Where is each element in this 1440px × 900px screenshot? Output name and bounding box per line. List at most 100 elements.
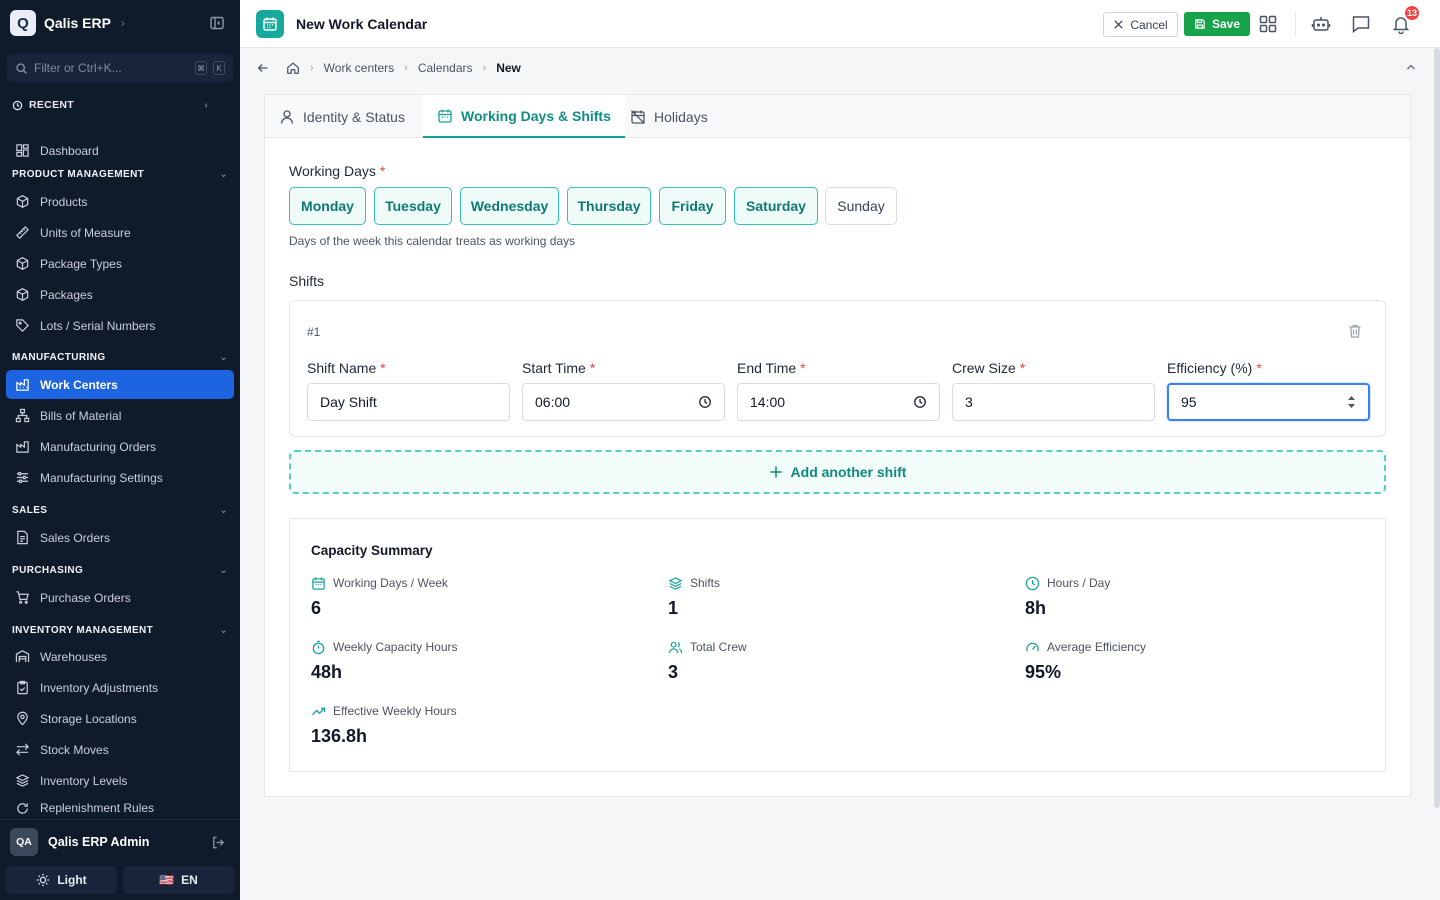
page-scrollbar[interactable]	[1434, 48, 1440, 808]
crew-size-input[interactable]	[965, 394, 1142, 410]
home-icon[interactable]	[286, 61, 300, 75]
trash-icon[interactable]	[1347, 323, 1363, 339]
sidebar-item-label: Inventory Levels	[40, 773, 128, 788]
sidebar-item-work-centers[interactable]: Work Centers	[6, 370, 234, 399]
sidebar-item-bills-of-material[interactable]: Bills of Material	[6, 401, 234, 430]
sidebar-item-label: Manufacturing Settings	[40, 470, 163, 485]
breadcrumb-calendars[interactable]: Calendars	[418, 61, 473, 75]
language-button[interactable]: 🇺🇸 EN	[123, 866, 234, 894]
stat-value: 48h	[311, 662, 343, 682]
breadcrumb-work-centers[interactable]: Work centers	[324, 61, 394, 75]
tab-label: Working Days & Shifts	[461, 107, 611, 124]
sidebar-item-manufacturing-settings[interactable]: Manufacturing Settings	[6, 463, 234, 492]
stat-label: Working Days / Week	[333, 576, 448, 590]
sidebar-item-purchase-orders[interactable]: Purchase Orders	[6, 583, 234, 612]
recent-toggle[interactable]: RECENT ›	[12, 99, 208, 111]
chevron-up-icon[interactable]	[1405, 61, 1417, 73]
tag-icon	[15, 318, 30, 333]
start-time-field[interactable]	[522, 383, 725, 421]
sidebar-item-manufacturing-orders[interactable]: Manufacturing Orders	[6, 432, 234, 461]
user-menu[interactable]: QA Qalis ERP Admin	[10, 828, 226, 856]
stat-working-days: Working Days / Week 6	[311, 575, 641, 619]
tab-working-days-shifts[interactable]: Working Days & Shifts	[423, 95, 625, 138]
day-monday[interactable]: Monday	[289, 187, 366, 225]
sidebar-item-replenishment-rules[interactable]: Replenishment Rules	[6, 797, 234, 819]
shift-name-field[interactable]	[307, 383, 510, 421]
trending-up-icon	[311, 704, 326, 719]
section-sales[interactable]: SALES ⌄	[12, 505, 228, 516]
stat-total-crew: Total Crew 3	[668, 639, 998, 683]
calendar-icon	[256, 10, 284, 38]
save-button[interactable]: Save	[1184, 12, 1250, 36]
efficiency-label: Efficiency (%) *	[1167, 360, 1262, 376]
document-icon	[15, 530, 30, 545]
start-time-input[interactable]	[535, 394, 698, 410]
chevron-right-icon: ›	[204, 99, 208, 111]
sidebar-filter[interactable]: ⌘ K	[7, 54, 233, 82]
calendar-icon	[311, 576, 326, 591]
day-tuesday[interactable]: Tuesday	[374, 187, 452, 225]
day-saturday[interactable]: Saturday	[734, 187, 818, 225]
apps-grid-icon[interactable]	[1258, 14, 1278, 34]
avatar: QA	[10, 828, 38, 856]
clock-icon	[1025, 576, 1040, 591]
sidebar-item-products[interactable]: Products	[6, 187, 234, 216]
section-inventory-management[interactable]: INVENTORY MANAGEMENT ⌄	[12, 625, 228, 636]
crew-size-field[interactable]	[952, 383, 1155, 421]
number-stepper-icon[interactable]	[1347, 395, 1356, 409]
working-days-label: Working Days *	[289, 163, 386, 179]
sidebar-item-label: Inventory Adjustments	[40, 680, 159, 695]
brand-logo: Q	[10, 10, 36, 36]
sidebar-item-units-of-measure[interactable]: Units of Measure	[6, 218, 234, 247]
sidebar-item-label: Purchase Orders	[40, 590, 131, 605]
sidebar-item-storage-locations[interactable]: Storage Locations	[6, 704, 234, 733]
section-title: INVENTORY MANAGEMENT	[12, 625, 154, 636]
sidebar-item-inventory-levels[interactable]: Inventory Levels	[6, 766, 234, 795]
refresh-icon	[15, 801, 30, 816]
cancel-button[interactable]: Cancel	[1103, 12, 1178, 37]
sidebar-item-label: Work Centers	[40, 377, 118, 392]
sidebar-item-label: Packages	[40, 287, 93, 302]
tab-holidays[interactable]: Holidays	[616, 95, 722, 138]
end-time-field[interactable]	[737, 383, 940, 421]
day-wednesday[interactable]: Wednesday	[460, 187, 559, 225]
chevron-down-icon: ⌄	[219, 169, 228, 180]
clock-icon[interactable]	[698, 395, 712, 409]
chevron-down-icon: ⌄	[219, 352, 228, 363]
sidebar-item-dashboard[interactable]: Dashboard	[6, 136, 234, 165]
filter-input[interactable]	[34, 61, 189, 75]
day-friday[interactable]: Friday	[659, 187, 726, 225]
chat-icon[interactable]	[1351, 14, 1371, 34]
sidebar-item-warehouses[interactable]: Warehouses	[6, 642, 234, 671]
sidebar-item-stock-moves[interactable]: Stock Moves	[6, 735, 234, 764]
sidebar-item-packages[interactable]: Packages	[6, 280, 234, 309]
theme-toggle-button[interactable]: Light	[6, 866, 117, 894]
summary-title: Capacity Summary	[311, 543, 433, 558]
day-thursday[interactable]: Thursday	[567, 187, 651, 225]
sidebar-item-inventory-adjustments[interactable]: Inventory Adjustments	[6, 673, 234, 702]
sidebar-item-sales-orders[interactable]: Sales Orders	[6, 523, 234, 552]
bot-icon[interactable]	[1311, 14, 1331, 34]
brand[interactable]: Q Qalis ERP ›	[10, 10, 125, 36]
section-purchasing[interactable]: PURCHASING ⌄	[12, 565, 228, 576]
tab-identity-status[interactable]: Identity & Status	[265, 95, 419, 138]
clock-icon[interactable]	[913, 395, 927, 409]
back-arrow-icon[interactable]	[256, 61, 270, 75]
sidebar-collapse-icon[interactable]	[209, 15, 225, 31]
add-shift-button[interactable]: Add another shift	[289, 450, 1386, 494]
efficiency-field[interactable]	[1167, 383, 1370, 421]
sidebar-item-package-types[interactable]: Package Types	[6, 249, 234, 278]
sidebar-item-lots-serial-numbers[interactable]: Lots / Serial Numbers	[6, 311, 234, 340]
logout-icon[interactable]	[211, 835, 226, 850]
breadcrumb-separator: ›	[404, 62, 408, 74]
end-time-input[interactable]	[750, 394, 913, 410]
efficiency-input[interactable]	[1181, 394, 1347, 410]
page-title: New Work Calendar	[296, 16, 428, 32]
shift-name-input[interactable]	[320, 394, 497, 410]
stat-shifts: Shifts 1	[668, 575, 998, 619]
shortcut-key: ⌘	[195, 61, 207, 75]
factory-icon	[15, 377, 30, 392]
day-sunday[interactable]: Sunday	[825, 187, 897, 225]
section-product-management[interactable]: PRODUCT MANAGEMENT ⌄	[12, 169, 228, 180]
section-manufacturing[interactable]: MANUFACTURING ⌄	[12, 352, 228, 363]
